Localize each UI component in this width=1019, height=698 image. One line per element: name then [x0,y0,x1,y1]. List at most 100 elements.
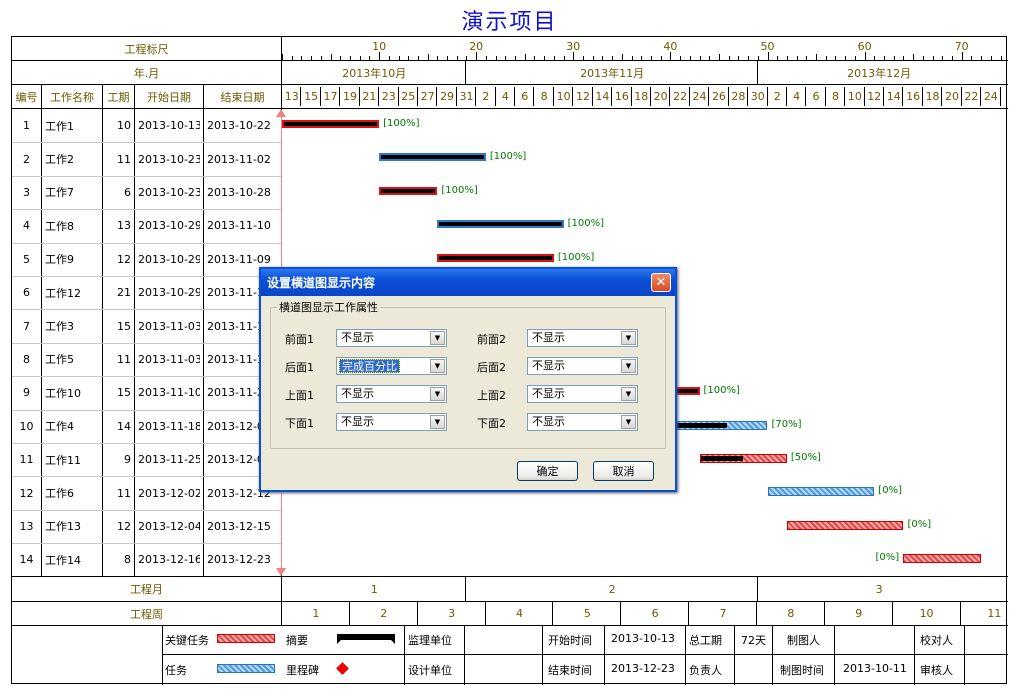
progress-label: [70%] [771,418,802,430]
select-value: 不显示 [341,415,374,428]
months-row: 2013年10月 2013年11月 2013年12月 [282,61,1008,84]
project-week: 6 [651,607,659,620]
task-end: 2013-10-28 [207,185,271,199]
task-start: 2013-10-29 [138,286,200,300]
legend-summary-swatch [337,634,395,644]
table-row[interactable]: 2 工作2 11 2013-10-23 2013-11-02 [100%] [12,142,1008,175]
col-divider [734,625,735,685]
scale-tick [806,56,808,60]
scale-tick [884,56,886,60]
display-select[interactable]: 不显示 ▼ [527,413,638,431]
scale-tick [913,54,915,60]
display-select[interactable]: 不显示 ▼ [336,385,447,403]
scale-tick [825,56,827,60]
scale-tick [553,56,555,60]
task-name: 工作1 [45,119,74,133]
dialog-title-bar[interactable]: 设置横道图显示内容 [261,269,675,296]
critical-task-bar[interactable] [282,120,380,128]
task-id: 14 [19,553,34,567]
task-id: 7 [23,319,30,333]
scale-tick [437,56,439,60]
ok-button[interactable]: 确定 [517,461,578,481]
start-time-value: 2013-10-13 [611,632,675,645]
day-label: 8 [831,90,839,103]
scale-tick [349,56,351,60]
scale-tick [417,56,419,60]
chevron-down-icon[interactable]: ▼ [621,415,636,429]
chevron-down-icon[interactable]: ▼ [621,387,636,401]
display-select[interactable]: 不显示 ▼ [527,329,638,347]
month-label: 2013年10月 [342,66,407,80]
table-row[interactable]: 14 工作14 8 2013-12-16 2013-12-23 [0%] [12,543,1008,576]
task-dur: 11 [117,152,131,166]
display-select[interactable]: 不显示 ▼ [336,413,447,431]
display-select[interactable]: 不显示 ▼ [527,385,638,403]
day-label: 6 [521,90,529,103]
chevron-down-icon[interactable]: ▼ [621,359,636,373]
task-start: 2013-11-03 [138,352,200,366]
scale-tick-label: 40 [663,40,678,53]
scale-tick [495,56,497,60]
table-row[interactable]: 3 工作7 6 2013-10-23 2013-10-28 [100%] [12,176,1008,209]
table-row[interactable]: 4 工作8 13 2013-10-29 2013-11-10 [100%] [12,209,1008,242]
task-id: 12 [19,486,34,500]
day-label: 18 [634,90,649,103]
scale-tick [320,56,322,60]
cancel-button[interactable]: 取消 [593,461,654,481]
col-divider [685,625,686,685]
task-id: 8 [23,352,30,366]
chevron-down-icon[interactable]: ▼ [430,331,445,345]
task-id: 13 [19,519,34,533]
scale-tick [359,56,361,60]
critical-task-bar[interactable] [437,253,554,262]
row-divider [162,654,1008,655]
day-label: 2 [773,90,781,103]
chevron-down-icon[interactable]: ▼ [430,387,445,401]
critical-task-bar[interactable] [786,520,904,530]
day-label: 4 [793,90,801,103]
chevron-down-icon[interactable]: ▼ [430,359,445,373]
task-name: 工作7 [45,186,74,200]
day-label: 13 [284,90,299,103]
day-label: 27 [420,90,435,103]
scale-tick [981,56,983,60]
scale-tick [709,56,711,60]
display-select[interactable]: 不显示 ▼ [527,357,638,375]
project-week: 11 [987,607,1002,620]
progress-label: [100%] [441,184,478,196]
scale-label: 工程标尺 [124,42,169,56]
task-dur: 13 [117,219,131,233]
display-select[interactable]: 不显示 ▼ [336,329,447,347]
scale-tick [563,56,565,60]
progress-label: [100%] [703,385,740,397]
task-start: 2013-10-29 [138,252,200,266]
scale-tick [291,56,293,60]
scale-tick [282,54,283,60]
close-icon[interactable]: ✕ [651,273,671,292]
critical-task-bar[interactable] [379,186,438,195]
task-bar[interactable] [767,487,875,497]
table-row[interactable]: 13 工作13 12 2013-12-04 2013-12-15 [0%] [12,510,1008,543]
project-month: 3 [875,582,883,596]
task-bar[interactable] [437,220,564,229]
task-dur: 14 [117,419,131,433]
select-value: 不显示 [532,331,565,344]
col-divider [834,625,835,685]
scale-tick [874,56,876,60]
chevron-down-icon[interactable]: ▼ [430,415,445,429]
col-divider [404,625,405,685]
progress-label: [100%] [383,118,420,129]
table-row[interactable]: 1 工作1 10 2013-10-13 2013-10-22 [100%] [12,109,1008,142]
display-select[interactable]: 完成百分比 ▼ [336,357,447,375]
chevron-down-icon[interactable]: ▼ [621,331,636,345]
critical-task-bar[interactable] [903,554,982,564]
task-name: 工作4 [45,420,74,434]
scale-tick [864,52,866,60]
scale-tick [816,54,818,60]
draw-time-value: 2013-10-11 [843,662,907,675]
legend-milestone-label: 里程碑 [286,664,319,677]
scale-tick [893,56,895,60]
task-start: 2013-12-16 [138,553,200,567]
task-bar[interactable] [379,153,486,162]
drawer-label: 制图人 [787,634,820,647]
